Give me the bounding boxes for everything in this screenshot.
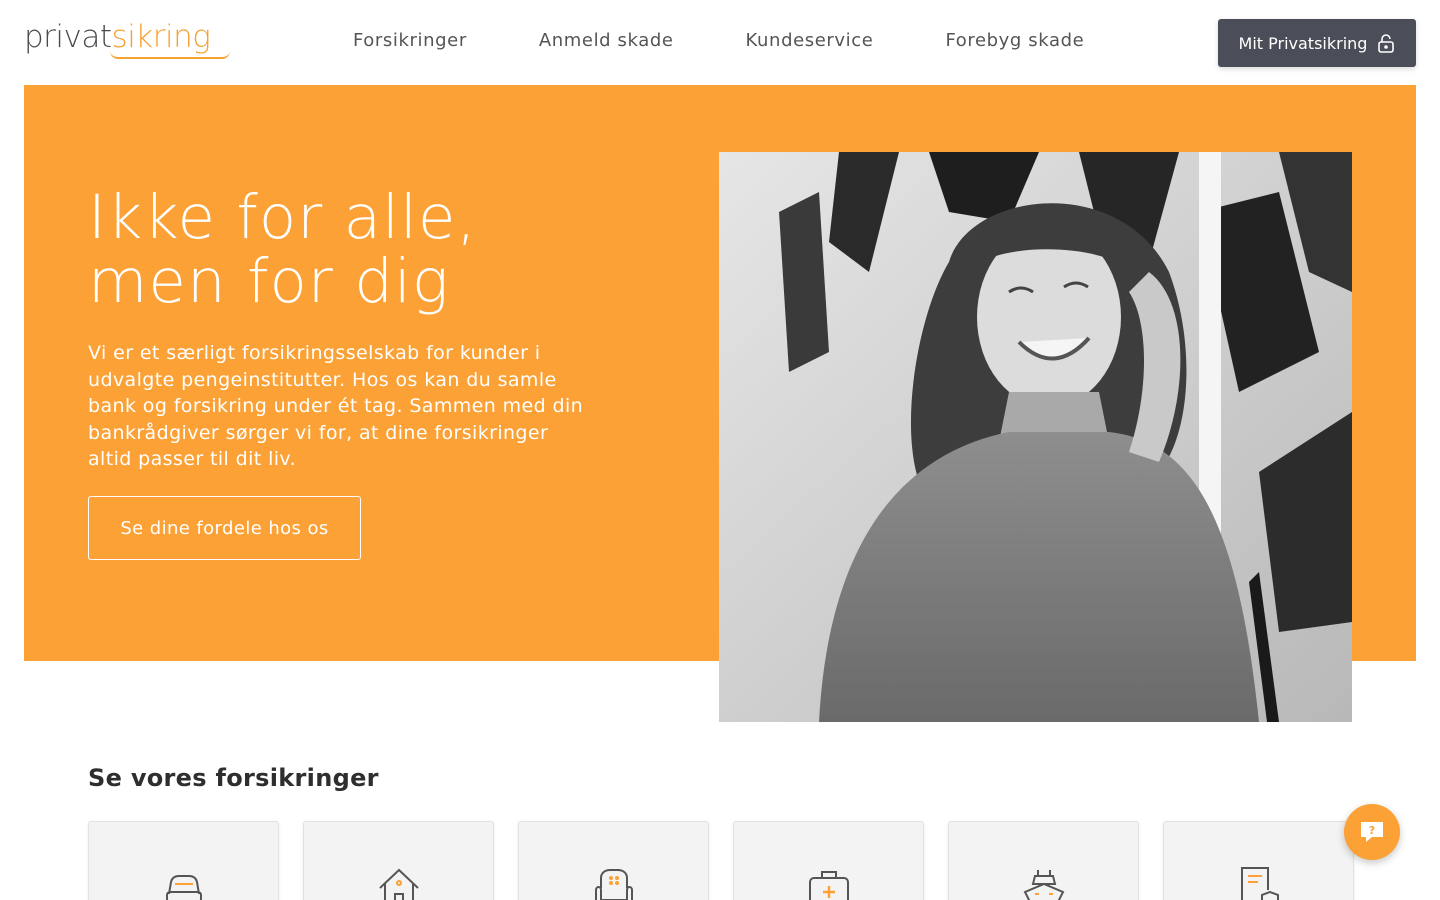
main-nav: Forsikringer Anmeld skade Kundeservice F… [353, 30, 1156, 51]
chat-button[interactable]: ? [1344, 804, 1400, 860]
login-button-label: Mit Privatsikring [1238, 33, 1368, 53]
armchair-icon [594, 869, 633, 900]
house-icon [378, 868, 419, 900]
nav-item-kundeservice[interactable]: Kundeservice [746, 30, 874, 51]
chat-question-icon: ? [1361, 822, 1383, 842]
logo-swoosh [110, 51, 230, 59]
nav-item-anmeld-skade[interactable]: Anmeld skade [539, 30, 674, 51]
boat-icon [1023, 870, 1064, 900]
insurances-section-title: Se vores forsikringer [88, 764, 379, 792]
document-shield-icon [1240, 867, 1279, 900]
hero-description: Vi er et særligt forsikringsselskab for … [88, 342, 584, 470]
insurance-card-boat[interactable] [948, 821, 1139, 900]
see-benefits-button[interactable]: Se dine fordele hos os [88, 496, 361, 560]
lock-icon [1378, 34, 1395, 53]
mit-privatsikring-button[interactable]: Mit Privatsikring [1218, 19, 1416, 67]
insurance-card-other[interactable] [1163, 821, 1354, 900]
logo-text-sikring: sikring [111, 19, 211, 55]
insurance-card-health[interactable] [733, 821, 924, 900]
car-icon [165, 875, 202, 900]
hero-photo [719, 152, 1352, 722]
svg-text:?: ? [1369, 824, 1375, 837]
privatsikring-logo[interactable]: privat sikring [24, 19, 230, 62]
insurance-card-house[interactable] [303, 821, 494, 900]
site-header: privat sikring Forsikringer Anmeld skade … [0, 0, 1440, 85]
nav-item-forsikringer[interactable]: Forsikringer [353, 30, 467, 51]
logo-text-privat: privat [24, 19, 112, 55]
first-aid-kit-icon [808, 871, 849, 900]
nav-item-forebyg-skade[interactable]: Forebyg skade [945, 30, 1084, 51]
insurance-card-car[interactable] [88, 821, 279, 900]
insurance-cards [88, 821, 1354, 900]
hero-title: Ikke for alle, men for dig [88, 182, 477, 317]
smiling-woman-photo [719, 152, 1352, 722]
insurance-card-contents[interactable] [518, 821, 709, 900]
